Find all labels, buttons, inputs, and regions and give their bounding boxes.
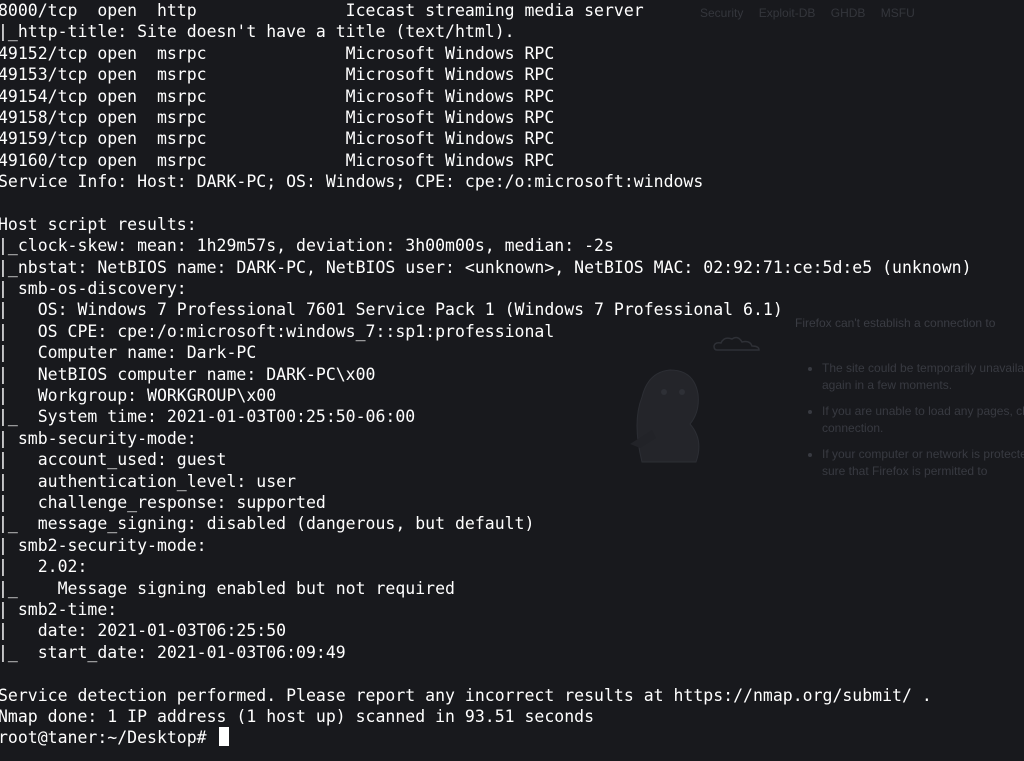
output-line: |_ System time: 2021-01-03T00:25:50-06:0… [0, 407, 416, 427]
output-line: | OS CPE: cpe:/o:microsoft:windows_7::sp… [0, 321, 555, 341]
output-line: |_clock-skew: mean: 1h29m57s, deviation:… [0, 236, 614, 256]
output-line: 49153/tcp open msrpc Microsoft Windows R… [0, 65, 555, 85]
output-line: | authentication_level: user [0, 471, 297, 491]
shell-prompt: root@taner:~/Desktop# [0, 728, 217, 748]
output-line: | smb2-security-mode: [0, 535, 207, 555]
terminal-window[interactable]: Security Exploit-DB GHDB MSFU Firefox ca… [0, 0, 1024, 761]
output-line: | NetBIOS computer name: DARK-PC\x00 [0, 364, 376, 384]
output-line: 8000/tcp open http Icecast streaming med… [0, 1, 644, 20]
text-cursor[interactable] [218, 727, 229, 747]
output-line: | smb2-time: [0, 599, 118, 619]
output-line: 49159/tcp open msrpc Microsoft Windows R… [0, 129, 555, 149]
output-line: Service Info: Host: DARK-PC; OS: Windows… [0, 172, 704, 192]
output-line: |_nbstat: NetBIOS name: DARK-PC, NetBIOS… [0, 257, 972, 277]
output-line: | OS: Windows 7 Professional 7601 Servic… [0, 300, 783, 320]
output-line: | Computer name: Dark-PC [0, 343, 257, 363]
output-line: 49152/tcp open msrpc Microsoft Windows R… [0, 43, 555, 63]
output-line: Nmap done: 1 IP address (1 host up) scan… [0, 706, 595, 726]
prompt-line[interactable]: root@taner:~/Desktop# [0, 727, 972, 748]
output-line: |_ Message signing enabled but not requi… [0, 578, 455, 598]
output-line: | 2.02: [0, 557, 88, 577]
output-line: 49160/tcp open msrpc Microsoft Windows R… [0, 150, 555, 170]
output-line: | smb-os-discovery: [0, 279, 187, 299]
output-line: | smb-security-mode: [0, 428, 197, 448]
output-line: |_ start_date: 2021-01-03T06:09:49 [0, 642, 346, 662]
output-line: Service detection performed. Please repo… [0, 685, 932, 705]
output-line: 49154/tcp open msrpc Microsoft Windows R… [0, 86, 555, 106]
output-line: | challenge_response: supported [0, 492, 326, 512]
output-line: | date: 2021-01-03T06:25:50 [0, 621, 287, 641]
output-line: |_http-title: Site doesn't have a title … [0, 22, 515, 42]
output-line: | Workgroup: WORKGROUP\x00 [0, 386, 277, 406]
output-line: 49158/tcp open msrpc Microsoft Windows R… [0, 107, 555, 127]
terminal-output[interactable]: 8000/tcp open http Icecast streaming med… [0, 0, 972, 749]
output-line: Host script results: [0, 214, 197, 234]
output-line: |_ message_signing: disabled (dangerous,… [0, 514, 535, 534]
output-line: | account_used: guest [0, 450, 227, 470]
